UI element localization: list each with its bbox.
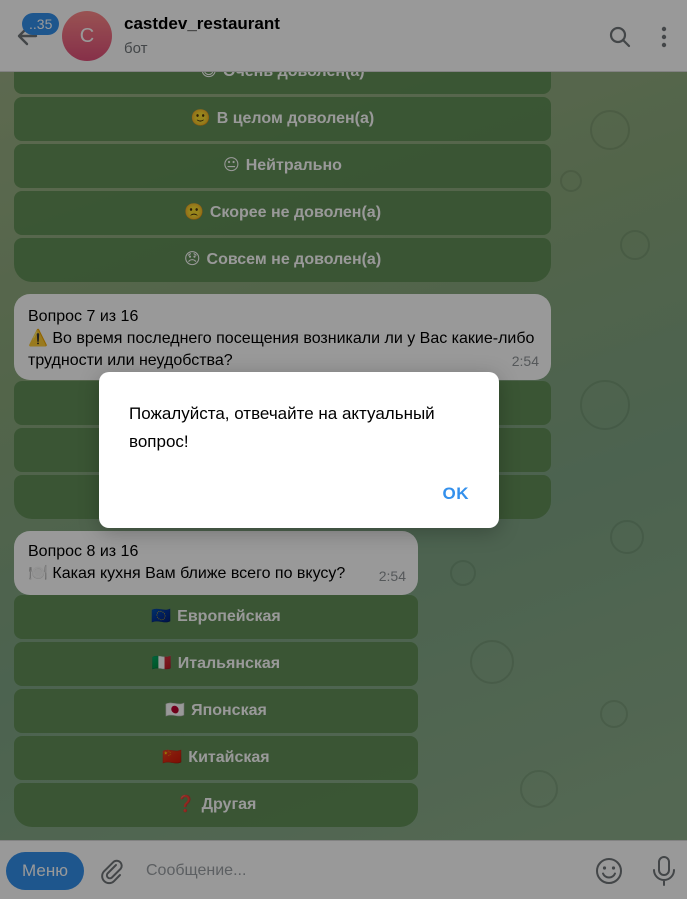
dialog-message: Пожалуйста, отвечайте на актуальный вопр…: [129, 404, 435, 451]
ok-button[interactable]: OK: [443, 484, 470, 504]
alert-dialog: Пожалуйста, отвечайте на актуальный вопр…: [99, 372, 499, 528]
